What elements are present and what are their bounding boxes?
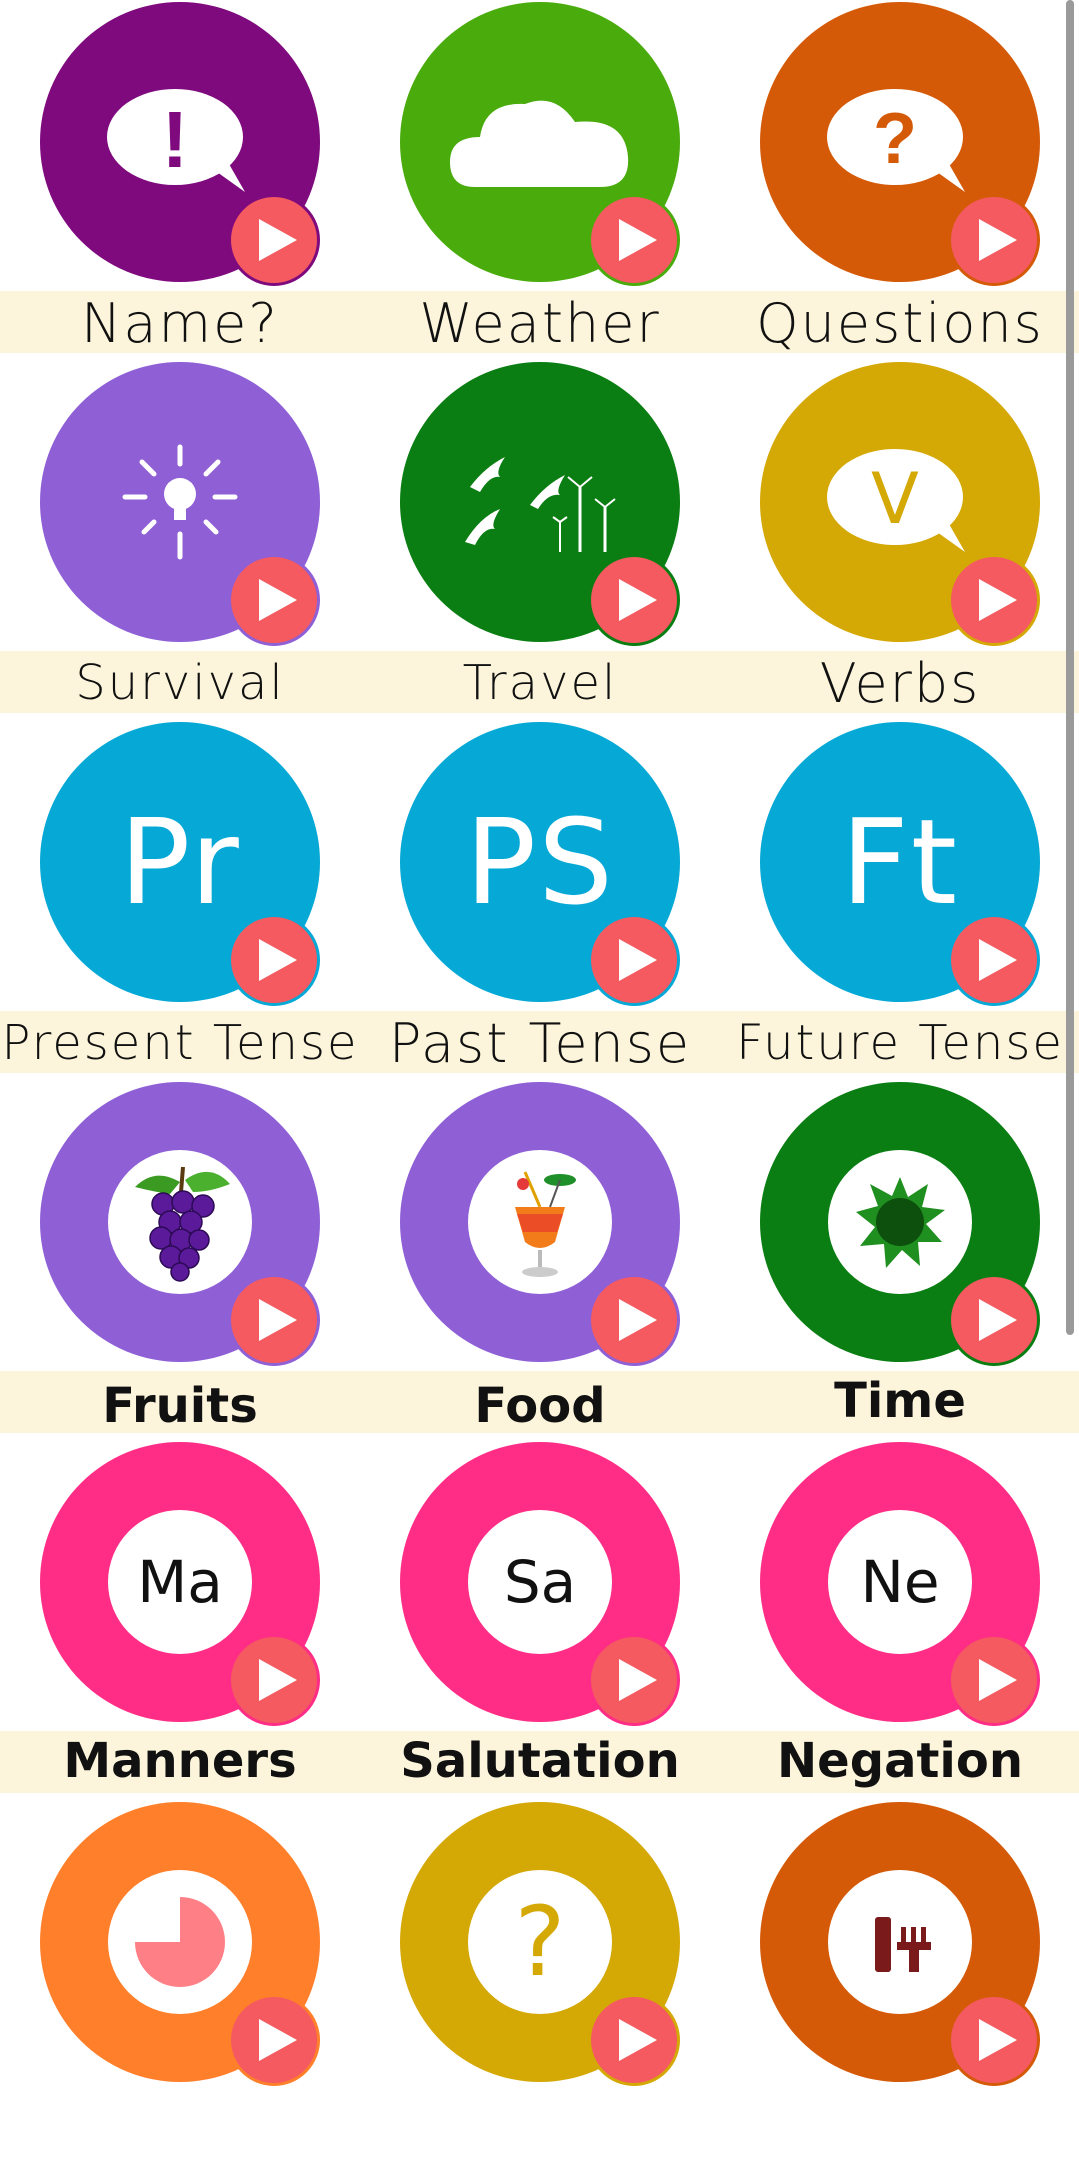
play-icon <box>619 219 657 261</box>
topic-label: Salutation <box>400 1733 680 1789</box>
topic-tile-survival[interactable]: Survival <box>0 360 330 720</box>
play-icon <box>259 1659 297 1701</box>
topic-label: Verbs <box>819 652 981 715</box>
topic-tile-verbs[interactable]: V Verbs <box>720 360 1050 720</box>
play-button[interactable] <box>588 194 680 286</box>
topic-tile-question[interactable]: ? <box>360 1800 690 2160</box>
icon-holder <box>828 1870 972 2014</box>
question-mark-icon: ? <box>514 1886 566 1998</box>
icon-holder <box>108 1870 252 2014</box>
play-icon <box>619 1299 657 1341</box>
topic-label: Weather <box>419 292 661 355</box>
salutation-icon: Sa <box>468 1510 612 1654</box>
play-button[interactable] <box>948 914 1040 1006</box>
topic-tile-salutation[interactable]: Sa Salutation <box>360 1440 690 1800</box>
icon-holder: ? <box>468 1870 612 2014</box>
topic-label: Travel <box>462 655 618 711</box>
manners-icon: Ma <box>108 1510 252 1654</box>
play-button[interactable] <box>948 554 1040 646</box>
topic-tile-manners[interactable]: Ma Manners <box>0 1440 330 1800</box>
cocktail-icon <box>515 1171 576 1277</box>
future-tense-icon: Ft <box>840 793 960 931</box>
play-icon <box>259 939 297 981</box>
play-button[interactable] <box>588 554 680 646</box>
play-button[interactable] <box>228 1634 320 1726</box>
topic-label: Survival <box>75 655 285 711</box>
play-icon <box>619 1659 657 1701</box>
cloud-icon <box>450 100 629 187</box>
play-button[interactable] <box>588 914 680 1006</box>
topic-label: Time <box>834 1373 966 1429</box>
topic-tile-fruits[interactable]: Fruits <box>0 1080 330 1440</box>
bubble-glyph: V <box>871 458 919 540</box>
play-icon <box>259 579 297 621</box>
lightbulb-icon <box>122 444 238 560</box>
question-speech-bubble-icon: ? <box>827 89 965 192</box>
play-icon <box>619 939 657 981</box>
topic-tile-negation[interactable]: Ne Negation <box>720 1440 1050 1800</box>
topic-label: Name? <box>81 292 279 355</box>
play-icon <box>259 2019 297 2061</box>
birds-windmills-icon <box>465 457 616 552</box>
topic-label: Fruits <box>102 1378 258 1434</box>
topic-tile-questions[interactable]: ? Questions <box>720 0 1050 360</box>
topic-label: Manners <box>63 1733 297 1789</box>
play-icon <box>619 579 657 621</box>
pie-clock-icon <box>135 1897 225 1987</box>
topic-tile-present-tense[interactable]: Pr Present Tense <box>0 720 357 1080</box>
play-button[interactable] <box>948 194 1040 286</box>
topic-label: Negation <box>776 1733 1024 1789</box>
v-speech-bubble-icon: V <box>827 449 965 552</box>
topic-tile-name[interactable]: ! Name? <box>0 0 330 360</box>
icon-holder <box>108 1150 252 1294</box>
past-tense-icon: PS <box>464 793 616 931</box>
negation-icon: Ne <box>828 1510 972 1654</box>
play-button[interactable] <box>228 1274 320 1366</box>
play-icon <box>259 1299 297 1341</box>
icon-holder <box>828 1150 972 1294</box>
play-icon <box>979 219 1017 261</box>
play-icon <box>979 2019 1017 2061</box>
scrollbar[interactable] <box>1066 0 1074 1335</box>
bubble-glyph: ! <box>162 95 189 184</box>
topic-tile-future-tense[interactable]: Ft Future Tense <box>720 720 1062 1080</box>
play-button[interactable] <box>948 1634 1040 1726</box>
topic-label: Past Tense <box>388 1012 692 1075</box>
topic-tile-travel[interactable]: Travel <box>360 360 690 720</box>
topic-label: Future Tense <box>736 1015 1064 1071</box>
play-button[interactable] <box>228 1994 320 2086</box>
play-icon <box>979 1299 1017 1341</box>
bubble-glyph: ? <box>873 99 917 179</box>
play-button[interactable] <box>228 914 320 1006</box>
play-icon <box>979 939 1017 981</box>
icon-holder <box>468 1150 612 1294</box>
fork-knife-icon <box>875 1917 931 1972</box>
play-button[interactable] <box>228 194 320 286</box>
play-button[interactable] <box>948 1274 1040 1366</box>
sun-icon <box>856 1177 945 1268</box>
play-button[interactable] <box>588 1994 680 2086</box>
topic-label: Present Tense <box>1 1015 359 1071</box>
topic-tile-past-tense[interactable]: PS Past Tense <box>360 720 690 1080</box>
play-button[interactable] <box>588 1274 680 1366</box>
play-icon <box>259 219 297 261</box>
play-button[interactable] <box>588 1634 680 1726</box>
exclamation-speech-bubble-icon: ! <box>107 89 245 192</box>
play-icon <box>979 579 1017 621</box>
topic-grid: ! Name? Weather ? Questions Survival Tra… <box>0 0 1079 2099</box>
present-tense-icon: Pr <box>119 793 241 931</box>
play-button[interactable] <box>948 1994 1040 2086</box>
grapes-icon <box>135 1166 230 1282</box>
topic-tile-dining[interactable] <box>720 1800 1050 2160</box>
play-button[interactable] <box>228 554 320 646</box>
topic-label: Food <box>474 1378 606 1434</box>
play-icon <box>979 1659 1017 1701</box>
play-icon <box>619 2019 657 2061</box>
topic-tile-food[interactable]: Food <box>360 1080 690 1440</box>
topic-label: Questions <box>756 292 1044 355</box>
topic-tile-clock[interactable] <box>0 1800 330 2160</box>
topic-tile-time[interactable]: Time <box>720 1080 1050 1440</box>
topic-tile-weather[interactable]: Weather <box>360 0 690 360</box>
